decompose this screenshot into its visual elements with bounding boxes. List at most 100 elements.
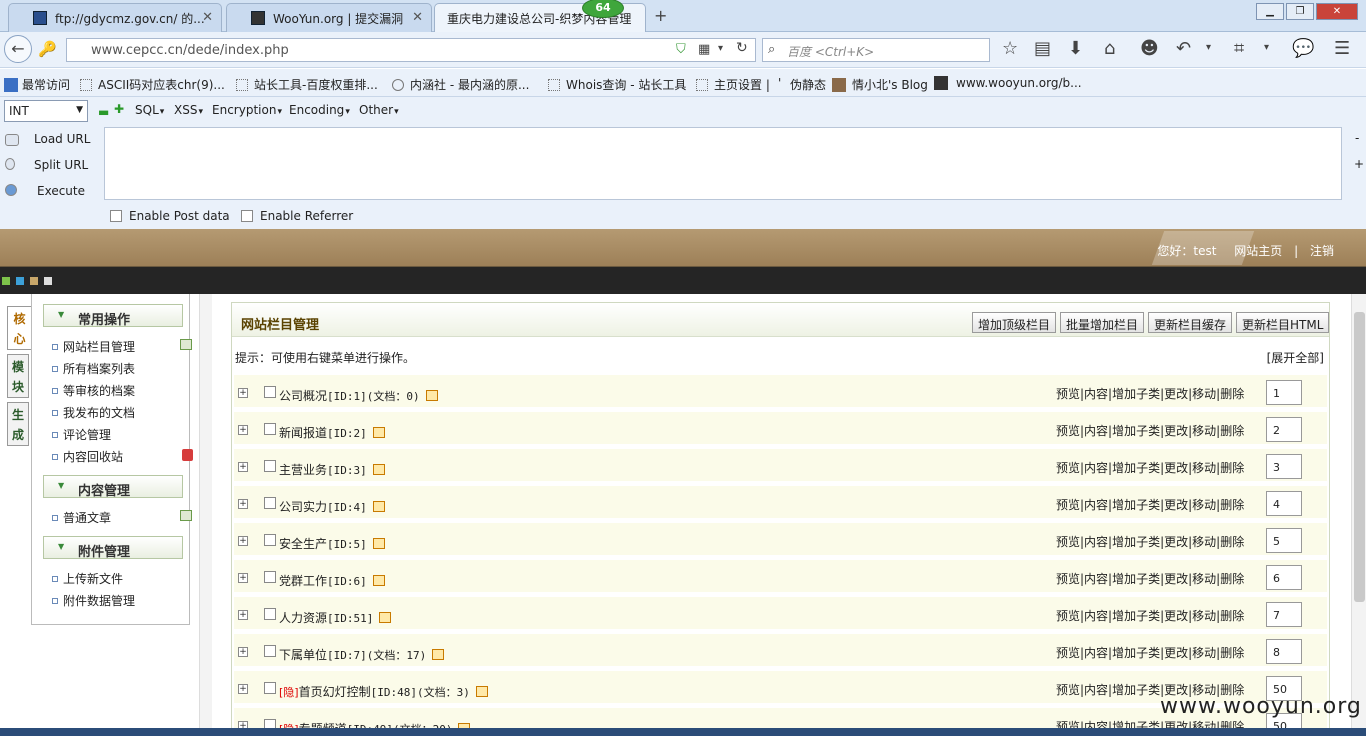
bookmark-item[interactable]: 情小北's Blog <box>832 76 928 93</box>
edit-icon[interactable] <box>372 575 385 586</box>
bookmark-item[interactable]: 站长工具-百度权重排... <box>236 76 378 93</box>
address-bar[interactable]: www.cepcc.cn/dede/index.php <box>66 38 756 62</box>
back-icon[interactable]: ← <box>4 35 32 63</box>
home-icon[interactable]: ⌂ <box>1104 38 1115 59</box>
bookmark-item[interactable]: Whois查询 - 站长工具 <box>548 76 686 93</box>
minimize-icon[interactable]: ▁ <box>1256 3 1284 20</box>
expand-icon[interactable]: + <box>238 647 248 657</box>
execute-button[interactable]: Execute <box>37 184 85 198</box>
menu-item-upload[interactable]: 上传新文件 <box>51 570 123 587</box>
update-html-button[interactable]: 更新栏目HTML <box>1236 312 1329 333</box>
row-checkbox[interactable] <box>264 571 276 583</box>
split-url-button[interactable]: Split URL <box>34 158 88 172</box>
channel-name[interactable]: 公司概况[ID:1](文档：0) <box>279 387 438 404</box>
bookmark-item[interactable]: 内涵社 - 最内涵的原... <box>392 76 529 93</box>
expand-icon[interactable]: + <box>238 573 248 583</box>
channel-name[interactable]: 新闻报道[ID:2] <box>279 424 385 441</box>
delete-icon[interactable] <box>182 449 193 461</box>
reading-list-icon[interactable]: ▤ <box>1034 38 1051 59</box>
row-actions[interactable]: 预览|内容|增加子类|更改|移动|删除 <box>1056 607 1244 624</box>
site-home-link[interactable]: 网站主页 <box>1234 244 1282 258</box>
close-icon[interactable]: ✕ <box>202 10 213 25</box>
scroll-thumb[interactable] <box>1354 312 1365 602</box>
sort-order-input[interactable]: 6 <box>1266 565 1302 590</box>
tab-core[interactable]: 核心 <box>7 306 31 350</box>
row-actions[interactable]: 预览|内容|增加子类|更改|移动|删除 <box>1056 459 1244 476</box>
smiley-icon[interactable]: ☻ <box>1140 38 1159 59</box>
skin-gray-icon[interactable] <box>44 277 52 285</box>
maximize-icon[interactable]: ❐ <box>1286 3 1314 20</box>
sort-order-input[interactable]: 2 <box>1266 417 1302 442</box>
channel-name[interactable]: 党群工作[ID:6] <box>279 572 385 589</box>
encryption-menu[interactable]: Encryption <box>212 103 282 117</box>
sort-order-input[interactable]: 8 <box>1266 639 1302 664</box>
row-actions[interactable]: 预览|内容|增加子类|更改|移动|删除 <box>1056 422 1244 439</box>
tab-modules[interactable]: 模块 <box>7 354 29 398</box>
menu-item-channel-manage[interactable]: 网站栏目管理 <box>51 338 135 355</box>
download-icon[interactable]: ⬇ <box>1068 38 1083 59</box>
channel-name[interactable]: 安全生产[ID:5] <box>279 535 385 552</box>
menu-item-articles[interactable]: 普通文章 <box>51 509 111 526</box>
expand-icon[interactable]: + <box>238 388 248 398</box>
bookmark-item[interactable]: 伪静态 <box>790 76 826 93</box>
row-actions[interactable]: 预览|内容|增加子类|更改|移动|删除 <box>1056 570 1244 587</box>
expand-icon[interactable]: + <box>238 610 248 620</box>
edit-icon[interactable] <box>425 390 438 401</box>
plus-icon[interactable]: ✚ <box>114 102 124 116</box>
edit-icon[interactable] <box>372 538 385 549</box>
expand-icon[interactable]: + <box>238 462 248 472</box>
row-checkbox[interactable] <box>264 460 276 472</box>
sort-order-input[interactable]: 5 <box>1266 528 1302 553</box>
batch-add-button[interactable]: 批量增加栏目 <box>1060 312 1145 333</box>
sort-order-input[interactable]: 7 <box>1266 602 1302 627</box>
grow-icon[interactable]: + <box>1354 157 1364 171</box>
row-actions[interactable]: 预览|内容|增加子类|更改|移动|删除 <box>1056 496 1244 513</box>
bookmark-item[interactable]: ' <box>778 76 781 90</box>
tab-wooyun[interactable]: WooYun.org | 提交漏洞 ✕ <box>226 3 432 32</box>
chat-icon[interactable]: 💬 <box>1292 38 1314 59</box>
row-actions[interactable]: 预览|内容|增加子类|更改|移动|删除 <box>1056 385 1244 402</box>
update-cache-button[interactable]: 更新栏目缓存 <box>1148 312 1233 333</box>
edit-icon[interactable] <box>372 427 385 438</box>
row-checkbox[interactable] <box>264 608 276 620</box>
menu-group-attachments[interactable]: 附件管理 <box>43 536 183 560</box>
row-actions[interactable]: 预览|内容|增加子类|更改|移动|删除 <box>1056 644 1244 661</box>
expand-icon[interactable]: + <box>238 425 248 435</box>
search-input[interactable]: 百度 <Ctrl+K> <box>762 38 990 62</box>
logout-link[interactable]: 注销 <box>1310 244 1334 258</box>
channel-name[interactable]: [隐]首页幻灯控制[ID:48](文档：3) <box>279 683 488 700</box>
channel-name[interactable]: 主营业务[ID:3] <box>279 461 385 478</box>
bookmark-item[interactable]: ASCII码对应表chr(9)... <box>80 76 225 93</box>
close-icon[interactable]: ✕ <box>1316 3 1358 20</box>
menu-item-pending[interactable]: 等审核的档案 <box>51 382 135 399</box>
dropdown-icon[interactable]: ▾ <box>1206 42 1211 53</box>
row-checkbox[interactable] <box>264 534 276 546</box>
load-url-button[interactable]: Load URL <box>34 132 90 146</box>
tab-ftp[interactable]: ftp://gdycmz.gov.cn/ 的... ✕ <box>8 3 222 32</box>
minus-icon[interactable]: ▬ <box>98 105 109 119</box>
channel-name[interactable]: 下属单位[ID:7](文档：17) <box>279 646 445 663</box>
sidebar-scrollbar[interactable] <box>199 294 212 736</box>
key-icon[interactable]: 🔑 <box>38 40 57 58</box>
plus-icon[interactable]: + <box>654 6 667 25</box>
add-top-channel-button[interactable]: 增加顶级栏目 <box>972 312 1057 333</box>
edit-icon[interactable] <box>379 612 392 623</box>
crop-icon[interactable]: ⌗ <box>1234 38 1244 59</box>
menu-item-recycle[interactable]: 内容回收站 <box>51 448 123 465</box>
menu-group-content[interactable]: 内容管理 <box>43 475 183 499</box>
dropdown-icon[interactable]: ▾ <box>1264 42 1269 53</box>
edit-icon[interactable] <box>372 501 385 512</box>
sort-order-input[interactable]: 4 <box>1266 491 1302 516</box>
main-scrollbar[interactable] <box>1351 294 1366 736</box>
row-checkbox[interactable] <box>264 645 276 657</box>
menu-item-comments[interactable]: 评论管理 <box>51 426 111 443</box>
sort-order-input[interactable]: 3 <box>1266 454 1302 479</box>
skin-blue-icon[interactable] <box>16 277 24 285</box>
channel-name[interactable]: 人力资源[ID:51] <box>279 609 392 626</box>
xss-menu[interactable]: XSS <box>174 103 203 117</box>
edit-icon[interactable] <box>432 649 445 660</box>
menu-group-common[interactable]: 常用操作 <box>43 304 183 328</box>
row-checkbox[interactable] <box>264 682 276 694</box>
type-select[interactable]: INT <box>4 100 88 122</box>
reload-icon[interactable]: ↻ <box>736 40 748 56</box>
